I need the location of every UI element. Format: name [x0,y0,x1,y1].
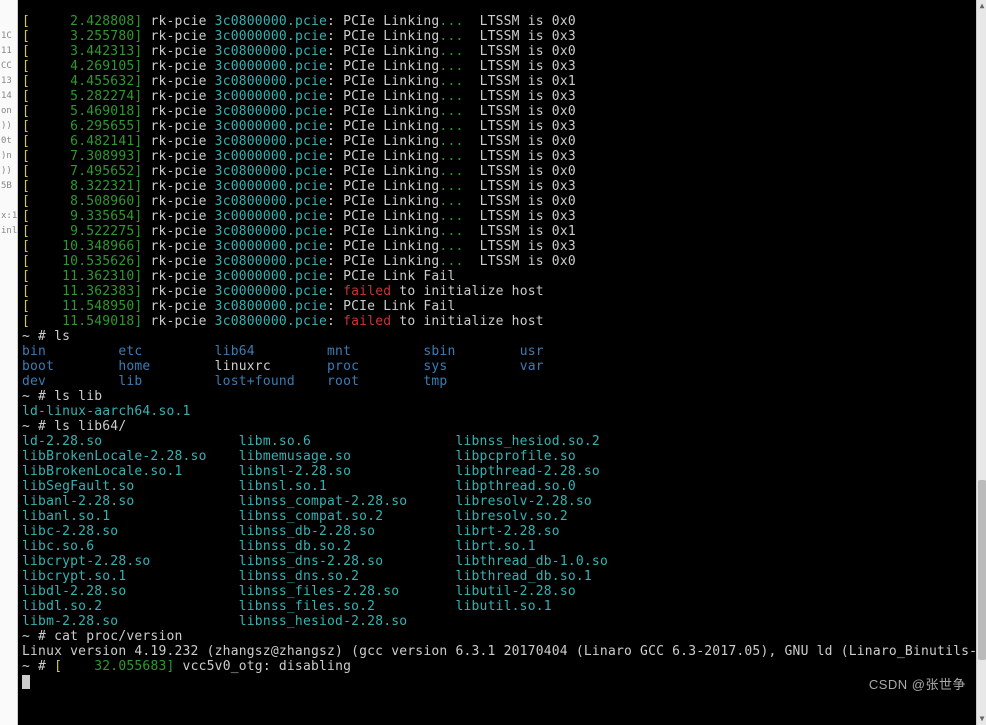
watermark-text: CSDN @张世争 [869,674,966,693]
scroll-thumb[interactable] [978,480,986,660]
scroll-up-arrow[interactable]: ▲ [977,0,986,12]
editor-gutter: 1C11CC1314on))0t)n))5Bx:1inl [0,0,18,725]
terminal-output[interactable]: [ 2.428808] rk-pcie 3c0800000.pcie: PCIe… [18,0,976,725]
vertical-scrollbar[interactable]: ▲ ▼ [976,0,986,725]
scroll-down-arrow[interactable]: ▼ [977,713,986,725]
